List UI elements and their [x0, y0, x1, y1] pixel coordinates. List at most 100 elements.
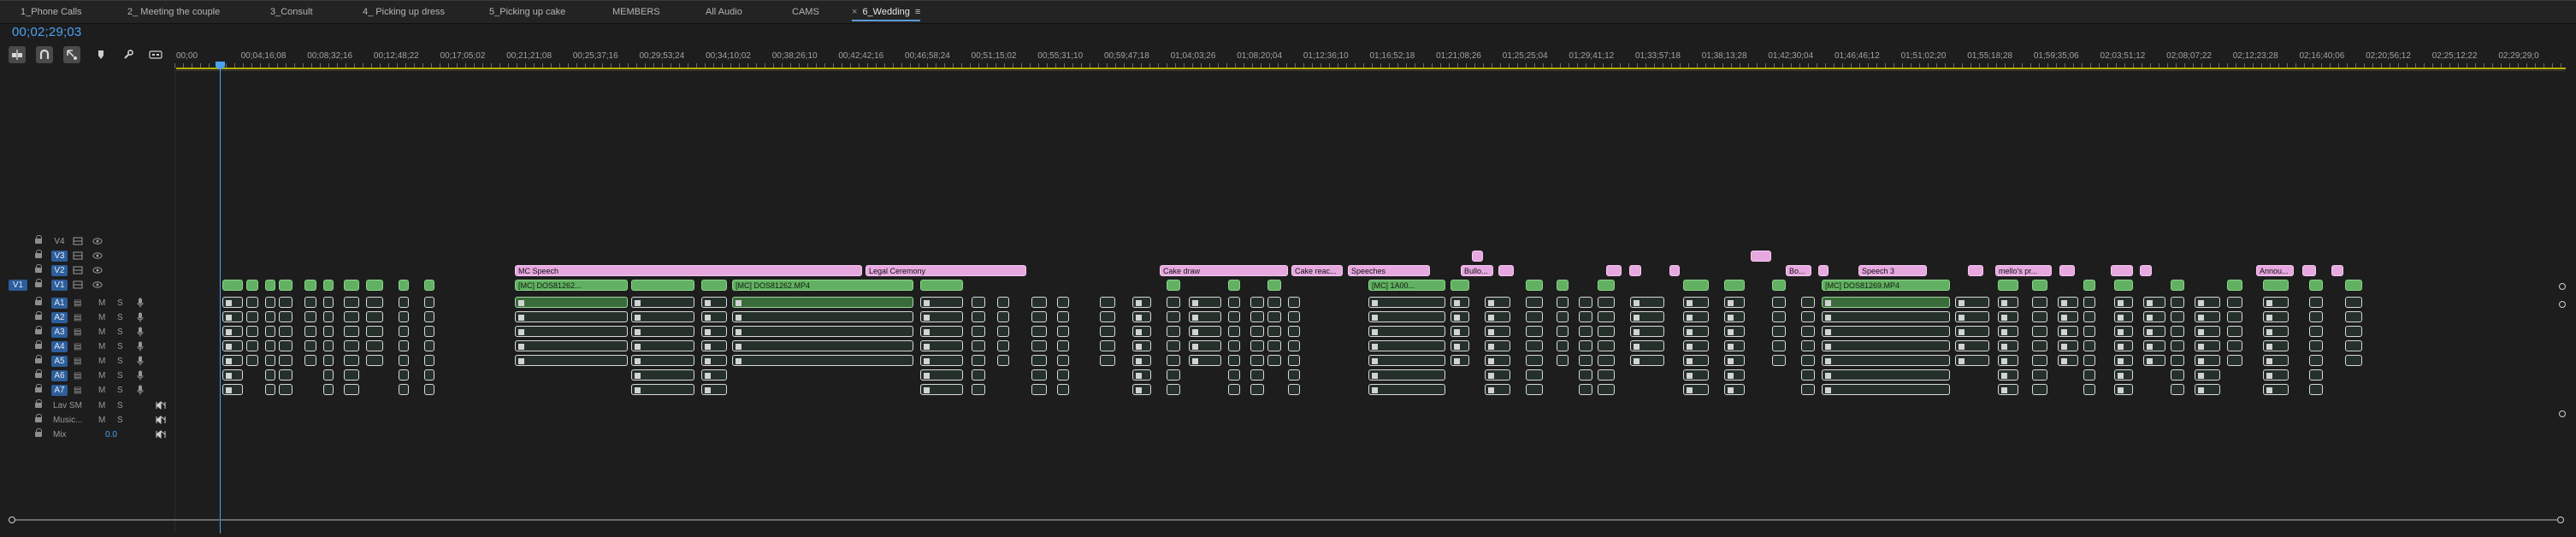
audio-clip[interactable]	[1031, 340, 1047, 351]
audio-clip[interactable]	[279, 355, 292, 366]
audio-clip[interactable]	[1132, 297, 1151, 308]
clip[interactable]	[631, 280, 694, 291]
track-height-handle[interactable]	[2559, 301, 2566, 308]
lock-icon[interactable]	[35, 399, 42, 408]
audio-clip[interactable]	[279, 384, 292, 395]
lock-icon[interactable]	[35, 297, 42, 305]
audio-clip[interactable]	[1228, 326, 1240, 337]
audio-clip[interactable]	[2227, 297, 2242, 308]
mute-button[interactable]: M	[98, 298, 105, 309]
eye-icon[interactable]	[92, 251, 103, 260]
audio-clip[interactable]	[424, 311, 434, 322]
audio-clip[interactable]	[2195, 340, 2220, 351]
audio-clip[interactable]	[1189, 326, 1221, 337]
audio-clip[interactable]	[222, 326, 243, 337]
playhead-line[interactable]	[220, 62, 221, 534]
audio-clip[interactable]	[2143, 297, 2165, 308]
audio-clip[interactable]	[1100, 326, 1115, 337]
audio-clip[interactable]	[1288, 311, 1300, 322]
audio-clip[interactable]	[1579, 355, 1592, 366]
lock-icon[interactable]	[35, 326, 42, 334]
audio-clip[interactable]	[1485, 355, 1510, 366]
audio-clip[interactable]	[1955, 355, 1989, 366]
track-name[interactable]: V1	[51, 280, 68, 291]
audio-clip[interactable]	[2195, 311, 2220, 322]
clip[interactable]	[246, 280, 258, 291]
audio-clip[interactable]	[1485, 326, 1510, 337]
clip[interactable]	[1472, 251, 1483, 262]
mute-button[interactable]: M	[98, 327, 105, 338]
audio-clip[interactable]	[366, 326, 383, 337]
audio-clip[interactable]	[2195, 326, 2220, 337]
track-height-handle[interactable]	[2559, 283, 2566, 290]
audio-clip[interactable]	[1579, 311, 1592, 322]
audio-clip[interactable]	[344, 311, 359, 322]
audio-clip[interactable]	[1057, 311, 1069, 322]
audio-clip[interactable]	[1057, 326, 1069, 337]
track-name[interactable]: A6	[51, 370, 68, 381]
audio-clip[interactable]	[424, 340, 434, 351]
audio-clip[interactable]	[1772, 311, 1786, 322]
audio-clip[interactable]	[1998, 326, 2018, 337]
audio-clip[interactable]	[246, 355, 258, 366]
audio-clip[interactable]	[1100, 340, 1115, 351]
audio-clip[interactable]	[1031, 369, 1047, 381]
clip[interactable]	[1669, 265, 1680, 276]
audio-clip[interactable]	[920, 297, 963, 308]
audio-clip[interactable]	[2114, 369, 2133, 381]
clip[interactable]	[279, 280, 292, 291]
audio-clip[interactable]	[2032, 326, 2047, 337]
audio-clip[interactable]	[1250, 311, 1264, 322]
audio-clip[interactable]	[2143, 340, 2165, 351]
clip[interactable]	[1167, 280, 1180, 291]
audio-clip[interactable]	[997, 340, 1009, 351]
audio-clip[interactable]	[997, 326, 1009, 337]
audio-clip[interactable]	[1955, 297, 1989, 308]
sync-lock-icon[interactable]	[73, 266, 83, 274]
audio-clip[interactable]	[972, 297, 985, 308]
audio-clip[interactable]	[631, 369, 694, 381]
clip[interactable]	[1557, 280, 1569, 291]
audio-clip[interactable]	[515, 311, 628, 322]
audio-clip[interactable]	[222, 384, 243, 395]
audio-clip[interactable]	[1167, 355, 1180, 366]
audio-clip[interactable]	[1189, 340, 1221, 351]
audio-clip[interactable]	[1801, 340, 1815, 351]
clip[interactable]	[2083, 280, 2095, 291]
audio-clip[interactable]	[2171, 355, 2184, 366]
audio-clip[interactable]	[1368, 326, 1445, 337]
lock-icon[interactable]	[35, 264, 42, 273]
audio-clip[interactable]	[1822, 340, 1950, 351]
audio-clip[interactable]	[997, 297, 1009, 308]
audio-clip[interactable]	[1250, 326, 1264, 337]
clip[interactable]	[1683, 280, 1709, 291]
tab-meeting-the-couple[interactable]: 2_ Meeting the couple	[127, 6, 220, 20]
track-name[interactable]: Mix	[53, 429, 67, 440]
audio-clip[interactable]	[323, 384, 334, 395]
audio-clip[interactable]	[1772, 326, 1786, 337]
track-name[interactable]: A1	[51, 298, 68, 309]
solo-button[interactable]: S	[117, 341, 123, 352]
audio-clip[interactable]	[2114, 384, 2133, 395]
lock-icon[interactable]	[35, 384, 42, 392]
audio-clip[interactable]	[920, 384, 963, 395]
audio-clip[interactable]	[972, 384, 985, 395]
audio-clip[interactable]	[265, 326, 275, 337]
skip-to-end-icon[interactable]	[156, 401, 166, 410]
audio-clip[interactable]	[2083, 355, 2095, 366]
audio-clip[interactable]	[2143, 326, 2165, 337]
audio-clip[interactable]	[424, 297, 434, 308]
lock-icon[interactable]	[35, 355, 42, 363]
audio-clip[interactable]	[1368, 369, 1445, 381]
audio-clip[interactable]	[631, 311, 694, 322]
playhead-timecode[interactable]: 00;02;29;03	[12, 25, 81, 39]
clip[interactable]	[2309, 280, 2323, 291]
audio-clip[interactable]	[1031, 311, 1047, 322]
audio-clip[interactable]	[515, 326, 628, 337]
audio-clip[interactable]	[2032, 355, 2047, 366]
audio-clip[interactable]	[1288, 384, 1300, 395]
audio-clip[interactable]	[222, 297, 243, 308]
sync-lock-icon[interactable]: ▤	[74, 341, 81, 352]
audio-clip[interactable]	[2263, 340, 2289, 351]
audio-clip[interactable]	[1228, 311, 1240, 322]
